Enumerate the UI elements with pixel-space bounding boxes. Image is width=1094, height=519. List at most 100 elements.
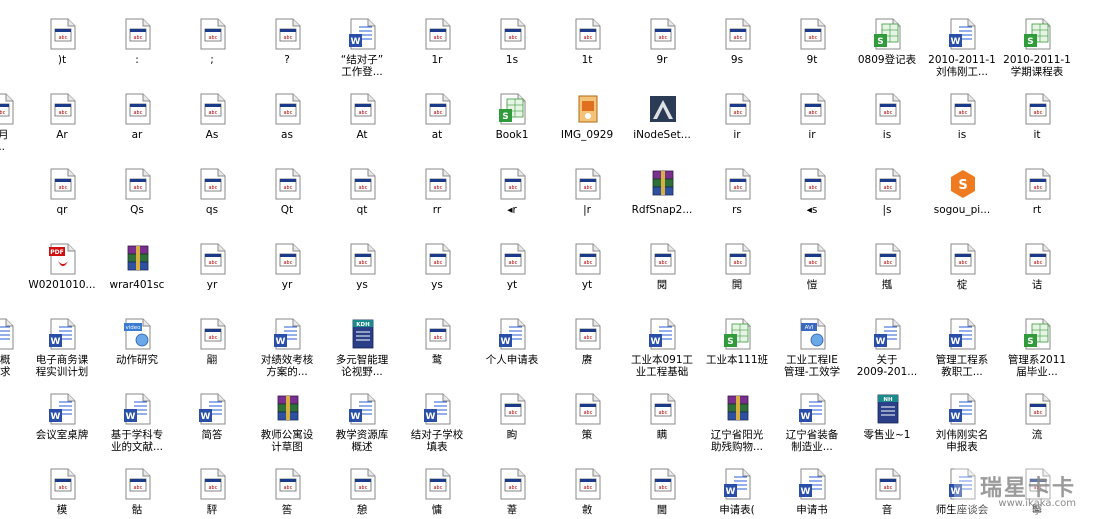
file-item[interactable]: abc 瞒 <box>626 393 698 465</box>
file-item[interactable]: abc Ar <box>26 93 98 165</box>
file-item[interactable]: abc 閱 <box>626 243 698 315</box>
file-item[interactable]: W 会议室桌牌 <box>26 393 98 465</box>
file-item[interactable]: abc |r <box>551 168 623 240</box>
file-item[interactable]: abc yt <box>551 243 623 315</box>
file-item[interactable]: abc as <box>251 93 323 165</box>
file-item[interactable]: abc ys <box>326 243 398 315</box>
file-item[interactable]: 辽宁省阳光 助残购物... <box>701 393 773 465</box>
file-item[interactable]: abc 翤 <box>176 318 248 390</box>
file-item[interactable]: W 关于 2009-201... <box>851 318 923 390</box>
file-item[interactable]: abc ◂s <box>776 168 848 240</box>
file-item[interactable]: S 工业本111班 <box>701 318 773 390</box>
file-item[interactable]: W “结对子” 工作登... <box>326 18 398 90</box>
file-item[interactable]: abc 1r <box>401 18 473 90</box>
file-item[interactable]: abc 诘 <box>1001 243 1073 315</box>
file-item[interactable]: abc 憩 <box>326 468 398 519</box>
file-item[interactable]: abc 流 <box>1001 393 1073 465</box>
file-item[interactable]: S 管理系2011 届毕业... <box>1001 318 1073 390</box>
file-item[interactable]: W 2010-2011-1 刘伟刚工... <box>926 18 998 90</box>
file-item[interactable]: abc Qs <box>101 168 173 240</box>
file-item[interactable]: NH 零售业~1 <box>851 393 923 465</box>
file-item[interactable]: S 2010-2011-1 学期课程表 <box>1001 18 1073 90</box>
svg-text:abc: abc <box>733 260 742 266</box>
file-item[interactable]: abc 策 <box>551 393 623 465</box>
file-item[interactable]: abc |s <box>851 168 923 240</box>
file-item[interactable]: abc is <box>926 93 998 165</box>
file-item[interactable]: abc ◂r <box>476 168 548 240</box>
file-item[interactable]: W 工业本091工 业工程基础 <box>626 318 698 390</box>
file-item[interactable]: W 基于学科专 业的文献... <box>101 393 173 465</box>
file-item[interactable]: abc ir <box>776 93 848 165</box>
file-item[interactable]: W 电子商务课 程实训计划 <box>26 318 98 390</box>
file-item[interactable]: abc Qt <box>251 168 323 240</box>
file-item[interactable]: abc As <box>176 93 248 165</box>
file-item[interactable]: abc 敹 <box>551 468 623 519</box>
file-item[interactable]: W 结对子学校 填表 <box>401 393 473 465</box>
file-item[interactable]: abc qr <box>26 168 98 240</box>
file-item[interactable]: abc yr <box>251 243 323 315</box>
file-item[interactable]: W 申请表( <box>701 468 773 519</box>
file-item[interactable]: abc ar <box>101 93 173 165</box>
file-item[interactable]: abc it <box>1001 93 1073 165</box>
file-item[interactable]: W 简答 <box>176 393 248 465</box>
file-item[interactable]: abc 慵 <box>401 468 473 519</box>
file-item[interactable]: abc is <box>851 93 923 165</box>
file-item[interactable]: abc At <box>326 93 398 165</box>
file-item[interactable]: Ssogou_pi... <box>926 168 998 240</box>
file-item[interactable]: abc 9s <box>701 18 773 90</box>
file-item[interactable]: abc 9r <box>626 18 698 90</box>
file-item[interactable]: 教师公寓设 计草图 <box>251 393 323 465</box>
file-item[interactable]: abc ir <box>701 93 773 165</box>
file-item[interactable]: abc 筶 <box>251 468 323 519</box>
file-item[interactable]: W 申请书 <box>776 468 848 519</box>
file-item[interactable]: abc 模 <box>26 468 98 519</box>
file-item[interactable]: W201 教号 <box>1076 18 1094 90</box>
file-item[interactable]: W 刘伟刚实名 申报表 <box>926 393 998 465</box>
file-item[interactable]: abc 摦 <box>851 243 923 315</box>
file-item[interactable]: abc 葦 <box>476 468 548 519</box>
file-item[interactable]: video 动作研究 <box>101 318 173 390</box>
file-item[interactable]: KDH 多元智能理 论视野... <box>326 318 398 390</box>
file-item[interactable]: abc 音 <box>851 468 923 519</box>
file-item[interactable]: abc qt <box>326 168 398 240</box>
file-item[interactable]: wrar401sc <box>101 243 173 315</box>
file-item[interactable]: W 个人申请表 <box>476 318 548 390</box>
file-item[interactable]: W 辽宁省装备 制造业... <box>776 393 848 465</box>
file-label: yr <box>281 279 293 291</box>
file-item[interactable]: abc 閧 <box>701 243 773 315</box>
file-item[interactable]: abc 閫 <box>626 468 698 519</box>
file-item[interactable]: abc 1s <box>476 18 548 90</box>
file-item[interactable]: S 0809登记表 <box>851 18 923 90</box>
file-item[interactable]: abc 鹜 <box>401 318 473 390</box>
file-item[interactable]: W 管理工程系 教职工... <box>926 318 998 390</box>
file-item[interactable]: abc at <box>401 93 473 165</box>
file-item[interactable]: abc 1t <box>551 18 623 90</box>
file-item[interactable]: W 对绩效考核 方案的... <box>251 318 323 390</box>
file-item[interactable]: abc 9t <box>776 18 848 90</box>
file-item[interactable]: abc rt <box>1001 168 1073 240</box>
file-item[interactable]: abc 骷 <box>101 468 173 519</box>
file-item[interactable]: abc 駍 <box>176 468 248 519</box>
file-item[interactable]: abc 眗 <box>476 393 548 465</box>
file-item[interactable]: W 教学资源库 概述 <box>326 393 398 465</box>
file-item[interactable]: abc yr <box>176 243 248 315</box>
file-item[interactable]: abc ys <box>401 243 473 315</box>
file-item[interactable]: abc rr <box>401 168 473 240</box>
file-item[interactable]: abc)t <box>26 18 98 90</box>
file-item[interactable]: iNodeSet... <box>626 93 698 165</box>
file-item[interactable]: S Book1 <box>476 93 548 165</box>
file-item[interactable]: AVI 工业工程IE 管理-工效学 <box>776 318 848 390</box>
file-item[interactable]: abc? <box>251 18 323 90</box>
file-item[interactable]: PDF W0201010... <box>26 243 98 315</box>
file-item[interactable]: abc 愷 <box>776 243 848 315</box>
file-item[interactable]: abc yt <box>476 243 548 315</box>
file-item[interactable]: abc: <box>101 18 173 90</box>
file-item[interactable]: abc 椗 <box>926 243 998 315</box>
file-item[interactable]: RdfSnap2... <box>626 168 698 240</box>
file-item[interactable]: abc qs <box>176 168 248 240</box>
file-item[interactable]: abc rs <box>701 168 773 240</box>
file-item[interactable]: abc; <box>176 18 248 90</box>
file-item[interactable]: IMG_0929 <box>551 93 623 165</box>
file-item[interactable]: abc管 统 <box>1076 318 1094 390</box>
file-item[interactable]: abc 赓 <box>551 318 623 390</box>
